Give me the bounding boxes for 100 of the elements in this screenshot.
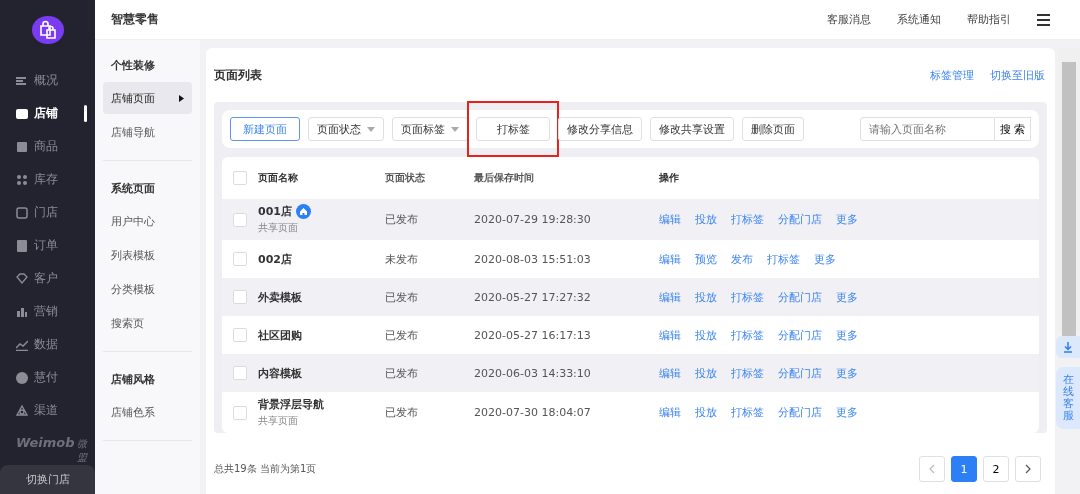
menu-icon[interactable] (1037, 13, 1050, 26)
action-link[interactable]: 编辑 (659, 327, 681, 343)
nav-item[interactable]: 概况 (0, 64, 95, 98)
checkbox[interactable] (233, 212, 247, 227)
nav-item[interactable]: 客户 (0, 262, 95, 296)
nav-item[interactable]: 渠道 (0, 394, 95, 428)
logo-icon (31, 16, 64, 45)
column-header: 最后保存时间 (474, 171, 535, 185)
action-link[interactable]: 更多 (814, 251, 836, 267)
submenu-heading: 个性装修 (110, 57, 156, 74)
table-cell-text: 2020-08-03 15:51:03 (474, 252, 592, 266)
action-link[interactable]: 编辑 (659, 212, 681, 227)
action-link[interactable]: 更多 (836, 405, 858, 420)
checkbox[interactable] (233, 290, 247, 304)
nodes-icon (16, 404, 28, 417)
table-cell-text: 未发布 (385, 251, 419, 267)
download-button[interactable] (1056, 336, 1080, 358)
column-header: 页面状态 (385, 171, 426, 185)
action-link[interactable]: 更多 (836, 365, 858, 381)
chevron-right-icon (1025, 464, 1031, 474)
checkbox[interactable] (233, 252, 247, 266)
action-link[interactable]: 投放 (695, 212, 717, 227)
table-cell-text: 已发布 (385, 289, 419, 305)
search-field[interactable]: 请输入页面名称 (859, 117, 995, 141)
table-cell-text: 2020-05-27 17:27:32 (474, 290, 592, 304)
toolbar-button[interactable]: 打标签 (476, 117, 550, 141)
submenu-item[interactable]: 列表模板 (103, 239, 192, 271)
action-link[interactable]: 打标签 (731, 365, 764, 381)
toolbar-button[interactable]: 修改分享信息 (558, 117, 642, 141)
submenu-item[interactable]: 用户中心 (103, 205, 192, 237)
table-cell-text: 2020-07-30 18:04:07 (474, 406, 592, 419)
action-link[interactable]: 打标签 (731, 289, 764, 305)
action-link[interactable]: 分配门店 (778, 365, 822, 381)
header-link[interactable]: 切换至旧版 (990, 67, 1045, 83)
action-link[interactable]: 预览 (695, 251, 717, 267)
action-link[interactable]: 分配门店 (778, 212, 822, 227)
next-page-button[interactable] (1015, 456, 1041, 482)
page-name: 001店 (258, 204, 292, 219)
action-link[interactable]: 更多 (836, 212, 858, 227)
table-cell-text: 已发布 (385, 327, 419, 343)
new-page-button[interactable]: 新建页面 (230, 117, 300, 141)
action-link[interactable]: 更多 (836, 289, 858, 305)
nav-item[interactable]: 营销 (0, 295, 95, 329)
search-button[interactable]: 搜 索 (994, 117, 1031, 141)
toolbar-button[interactable]: 修改共享设置 (650, 117, 734, 141)
page-button[interactable]: 1 (951, 456, 977, 482)
filter-dropdown[interactable]: 页面标签 (392, 117, 468, 141)
checkbox[interactable] (233, 405, 247, 420)
nav-item[interactable]: 库存 (0, 163, 95, 197)
action-link[interactable]: 编辑 (659, 405, 681, 420)
header-link[interactable]: 标签管理 (930, 67, 974, 83)
checkbox[interactable] (233, 171, 247, 185)
checkbox[interactable] (233, 328, 247, 342)
submenu-item[interactable]: 分类模板 (103, 273, 192, 305)
action-link[interactable]: 编辑 (659, 365, 681, 381)
checkbox[interactable] (233, 366, 247, 380)
download-icon (1063, 341, 1073, 353)
action-link[interactable]: 分配门店 (778, 289, 822, 305)
action-link[interactable]: 打标签 (731, 327, 764, 343)
action-link[interactable]: 投放 (695, 327, 717, 343)
header-link[interactable]: 客服消息 (827, 12, 871, 27)
nav-item[interactable]: 慧付 (0, 361, 95, 395)
nav-item[interactable]: 订单 (0, 229, 95, 263)
filter-dropdown[interactable]: 页面状态 (308, 117, 384, 141)
submenu-item[interactable]: 搜索页 (103, 307, 192, 339)
switch-store-button[interactable]: 切换门店 (0, 465, 95, 494)
page-name: 外卖模板 (258, 289, 302, 305)
action-link[interactable]: 发布 (731, 251, 753, 267)
online-service-tab[interactable]: 在线客服 (1056, 367, 1080, 429)
nav-item[interactable]: 店铺 (0, 97, 95, 131)
submenu-item[interactable]: 店铺导航 (103, 116, 192, 148)
table-cell-text: 2020-05-27 16:17:13 (474, 328, 592, 342)
lines-icon (16, 74, 28, 87)
nav-item[interactable]: 商品 (0, 130, 95, 164)
submenu-item[interactable]: 店铺页面 (103, 82, 192, 114)
action-link[interactable]: 投放 (695, 289, 717, 305)
page-subtitle: 共享页面 (258, 414, 299, 428)
previous-page-button[interactable] (919, 456, 945, 482)
action-link[interactable]: 打标签 (767, 251, 800, 267)
page-button[interactable]: 2 (983, 456, 1009, 482)
action-link[interactable]: 编辑 (659, 289, 681, 305)
submenu-item[interactable]: 店铺色系 (103, 396, 192, 428)
header-link[interactable]: 帮助指引 (967, 12, 1011, 27)
action-link[interactable]: 编辑 (659, 251, 681, 267)
table-cell-text: 已发布 (385, 365, 419, 381)
action-link[interactable]: 分配门店 (778, 327, 822, 343)
action-link[interactable]: 更多 (836, 327, 858, 343)
action-link[interactable]: 分配门店 (778, 405, 822, 420)
header-link[interactable]: 系统通知 (897, 12, 941, 27)
action-link[interactable]: 投放 (695, 365, 717, 381)
table-cell-text: 2020-06-03 14:33:10 (474, 366, 592, 380)
nav-item[interactable]: 数据 (0, 328, 95, 362)
action-link[interactable]: 打标签 (731, 405, 764, 420)
action-link[interactable]: 打标签 (731, 212, 764, 227)
brand-logo: Weimob 微盟 (16, 435, 89, 466)
diamond-icon (16, 272, 28, 285)
table-cell-text: 2020-07-29 19:28:30 (474, 213, 592, 226)
action-link[interactable]: 投放 (695, 405, 717, 420)
toolbar-button[interactable]: 删除页面 (742, 117, 804, 141)
nav-item[interactable]: 门店 (0, 196, 95, 230)
